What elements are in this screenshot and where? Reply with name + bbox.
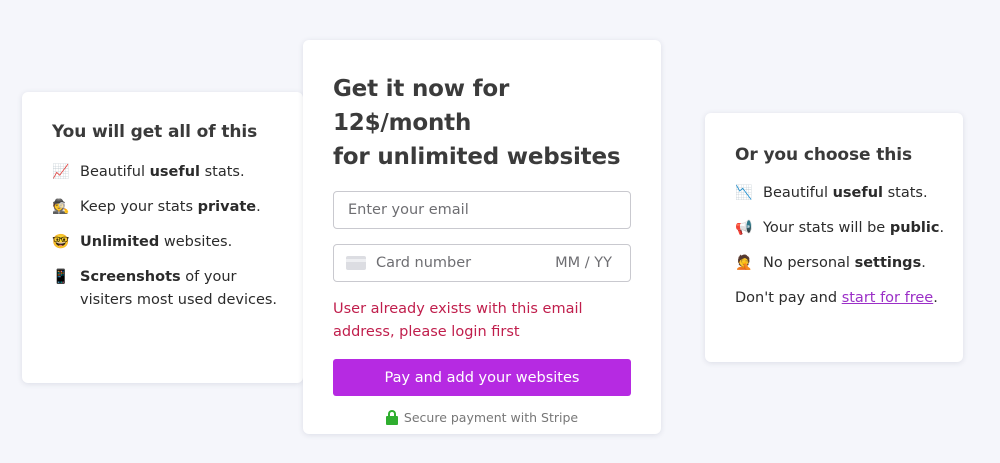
nerd-face-icon: 🤓	[52, 234, 70, 250]
card-number-placeholder: Card number	[376, 255, 472, 271]
free-plan-note: Don't pay and start for free.	[735, 290, 938, 306]
feature-item: 🤦 No personal settings.	[735, 252, 945, 275]
mobile-phone-icon: 📱	[52, 269, 70, 285]
start-free-link[interactable]: start for free	[842, 290, 934, 306]
facepalm-icon: 🤦	[735, 255, 753, 271]
secure-payment-note: Secure payment with Stripe	[333, 410, 631, 425]
feature-item: 📉 Beautiful useful stats.	[735, 182, 945, 205]
credit-card-icon	[346, 256, 366, 270]
feature-item: 📢 Your stats will be public.	[735, 217, 945, 240]
email-field[interactable]: Enter your email	[333, 191, 631, 229]
included-feature-list: 📈 Beautiful useful stats. 🕵️ Keep your s…	[52, 161, 283, 312]
feature-item: 🕵️ Keep your stats private.	[52, 196, 283, 219]
pay-button[interactable]: Pay and add your websites	[333, 359, 631, 396]
chart-down-icon: 📉	[735, 185, 753, 201]
lock-icon	[385, 410, 398, 425]
expiry-placeholder: MM / YY	[555, 255, 612, 271]
chart-up-icon: 📈	[52, 164, 70, 180]
detective-icon: 🕵️	[52, 199, 70, 215]
included-features-card: You will get all of this 📈 Beautiful use…	[22, 92, 303, 383]
megaphone-icon: 📢	[735, 220, 753, 236]
card-field[interactable]: Card number MM / YY	[333, 244, 631, 282]
error-message: User already exists with this email addr…	[333, 301, 583, 340]
feature-item: 📈 Beautiful useful stats.	[52, 161, 283, 184]
pricing-title: Get it now for 12$/month for unlimited w…	[333, 76, 621, 170]
free-feature-list: 📉 Beautiful useful stats. 📢 Your stats w…	[735, 182, 945, 275]
feature-item: 🤓 Unlimited websites.	[52, 231, 283, 254]
free-plan-card: Or you choose this 📉 Beautiful useful st…	[705, 113, 963, 362]
checkout-card: Get it now for 12$/month for unlimited w…	[303, 40, 661, 434]
included-title: You will get all of this	[52, 122, 258, 142]
free-plan-title: Or you choose this	[735, 145, 913, 165]
feature-item: 📱 Screenshots of your visiters most used…	[52, 266, 283, 312]
